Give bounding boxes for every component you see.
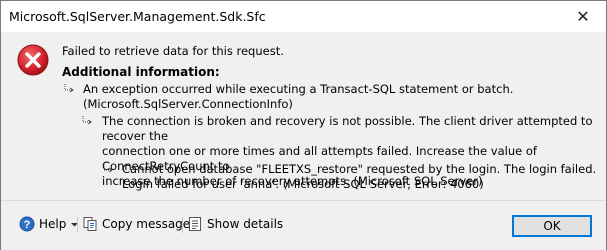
close-icon: ✕ xyxy=(576,7,590,26)
toolbar-separator xyxy=(182,217,183,233)
exception-line: Login failed for user 'anna'. (Microsoft… xyxy=(122,177,484,191)
title-bar[interactable]: Microsoft.SqlServer.Management.Sdk.Sfc ✕ xyxy=(1,1,606,32)
chevron-down-icon[interactable] xyxy=(70,220,79,229)
ok-label: OK xyxy=(543,219,561,233)
exception-level-3: Cannot open database "FLEETXS_restore" r… xyxy=(122,162,596,192)
message-area: Failed to retrieve data for this request… xyxy=(1,32,606,200)
exception-line: (Microsoft.SqlServer.ConnectionInfo) xyxy=(83,97,293,111)
exception-level-1: An exception occurred while executing a … xyxy=(83,82,513,112)
details-icon xyxy=(189,217,201,231)
error-dialog: Microsoft.SqlServer.Management.Sdk.Sfc ✕… xyxy=(0,0,607,250)
exception-line: Cannot open database "FLEETXS_restore" r… xyxy=(122,162,597,176)
help-icon: ? xyxy=(19,216,35,232)
nested-arrow-icon xyxy=(103,164,113,173)
exception-line: An exception occurred while executing a … xyxy=(83,82,514,96)
error-icon xyxy=(17,44,49,76)
copy-message-label: Copy message xyxy=(102,217,191,231)
copy-icon xyxy=(83,217,97,231)
error-summary: Failed to retrieve data for this request… xyxy=(62,44,284,58)
exception-line: The connection is broken and recovery is… xyxy=(102,114,593,143)
show-details-label: Show details xyxy=(207,217,284,231)
svg-text:?: ? xyxy=(24,219,31,231)
nested-arrow-icon xyxy=(82,116,92,125)
nested-arrow-icon xyxy=(64,84,74,93)
help-button[interactable]: ? Help xyxy=(19,216,83,232)
close-button[interactable]: ✕ xyxy=(560,1,606,32)
copy-message-button[interactable]: Copy message xyxy=(82,216,190,232)
show-details-button[interactable]: Show details xyxy=(187,216,283,232)
window-title: Microsoft.SqlServer.Management.Sdk.Sfc xyxy=(9,9,266,24)
additional-info-heading: Additional information: xyxy=(62,65,220,79)
help-label: Help xyxy=(39,217,67,231)
ok-button[interactable]: OK xyxy=(512,215,592,237)
toolbar-separator xyxy=(77,217,78,233)
dialog-footer: ? Help Copy message Show details OK xyxy=(1,200,606,250)
